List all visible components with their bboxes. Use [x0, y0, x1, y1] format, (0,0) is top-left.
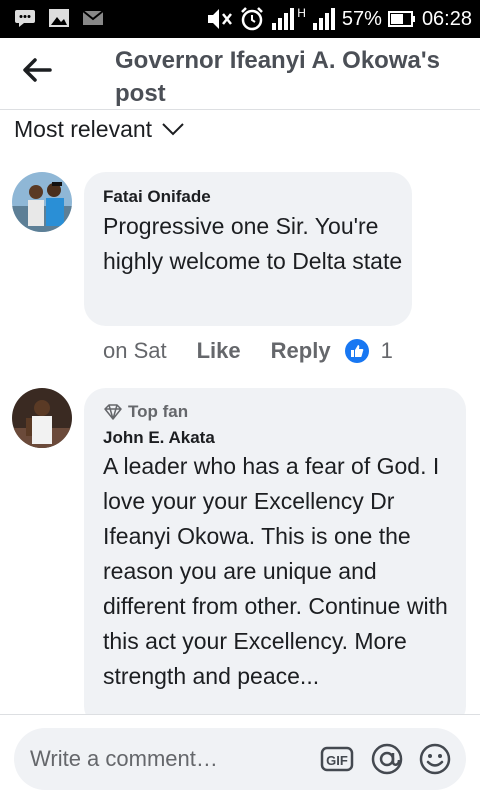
gif-icon[interactable]: GIF — [320, 742, 354, 776]
avatar[interactable] — [12, 172, 72, 232]
post-header: Governor Ifeanyi A. Okowa's post — [0, 38, 480, 110]
signal-strength-2-icon — [312, 8, 335, 30]
chat-notification-icon — [15, 10, 35, 27]
page-title: Governor Ifeanyi A. Okowa's post — [115, 47, 440, 107]
reply-button[interactable]: Reply — [271, 338, 331, 364]
avatar-photo — [12, 388, 72, 448]
comment-bubble: Top fan John E. Akata A leader who has a… — [84, 388, 466, 728]
comment-text: A leader who has a fear of God. I love y… — [103, 453, 448, 689]
emoji-icon[interactable] — [418, 742, 452, 776]
alarm-icon — [241, 7, 264, 31]
signal-strength-icon — [272, 8, 295, 30]
svg-text:GIF: GIF — [326, 753, 348, 768]
comment-composer: Write a comment… GIF — [0, 714, 480, 800]
network-type: H — [297, 6, 306, 20]
comment-author[interactable]: John E. Akata — [103, 428, 215, 448]
sort-label: Most relevant — [14, 115, 153, 142]
thumbs-up-icon[interactable] — [344, 339, 369, 363]
avatar-photo — [12, 172, 72, 232]
back-arrow-icon[interactable] — [20, 56, 52, 84]
image-notification-icon — [49, 9, 69, 27]
comment-actions: on Sat Like Reply 1 — [103, 338, 393, 364]
diamond-icon — [104, 404, 122, 420]
mention-icon[interactable] — [370, 742, 404, 776]
battery-icon — [387, 11, 415, 27]
clock: 06:28 — [421, 8, 472, 30]
chevron-down-icon — [162, 123, 184, 136]
top-fan-badge: Top fan — [104, 402, 188, 422]
sort-dropdown[interactable]: Most relevant — [14, 112, 186, 146]
comment-input[interactable]: Write a comment… GIF — [14, 728, 466, 790]
battery-percent: 57% — [341, 8, 382, 30]
like-button[interactable]: Like — [197, 338, 241, 364]
top-fan-label: Top fan — [128, 402, 189, 421]
comment-author[interactable]: Fatai Onifade — [103, 187, 211, 207]
comment-placeholder: Write a comment… — [30, 746, 218, 771]
mail-notification-icon — [82, 10, 104, 25]
comment-text: Progressive one Sir. You're highly welco… — [103, 213, 403, 274]
comment-timestamp: on Sat — [103, 338, 167, 363]
avatar[interactable] — [12, 388, 72, 448]
status-bar: H 57% 06:28 — [0, 0, 480, 38]
comment-bubble: Fatai Onifade Progressive one Sir. You'r… — [84, 172, 412, 326]
reaction-count: 1 — [380, 338, 393, 363]
mute-icon — [208, 9, 233, 29]
